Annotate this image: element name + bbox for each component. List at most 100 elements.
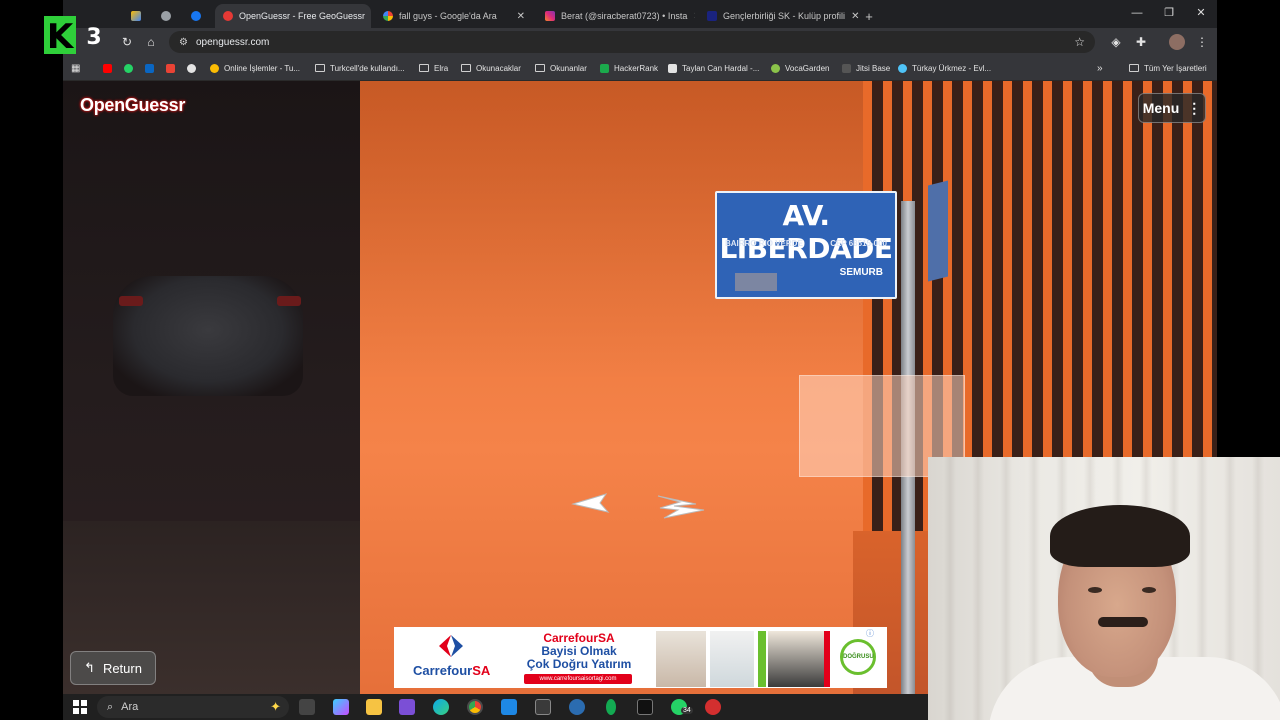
street-sign-agency: SEMURB [839,267,883,278]
close-tab-icon[interactable]: ✕ [687,11,695,22]
tab-title: OpenGuessr - Free GeoGuessr [239,11,366,21]
bookmark-turkay[interactable]: Türkay Ürkmez - Evl... [898,56,991,80]
copilot-icon[interactable] [333,699,349,715]
bookmark-taylan[interactable]: Taylan Can Hardal -... [668,56,759,80]
carrefour-logo-icon [439,635,463,657]
terminal-icon[interactable] [535,699,551,715]
tab-title: Berat (@siracberat0723) • Insta [561,11,688,21]
file-explorer-icon[interactable] [366,699,382,715]
bookmark-jitsi[interactable]: Jitsi Base [842,56,890,80]
streamer-eye [1088,587,1102,593]
search-icon: ⌕ [107,700,114,713]
return-label: Return [102,660,142,676]
parked-car-image [113,276,303,396]
transfermarkt-icon [707,11,717,21]
window-controls: — ❐ ✕ [1121,0,1217,28]
site-info-icon[interactable]: ⚙ [179,37,188,48]
menu-button[interactable]: Menu ⋮ [1138,93,1206,123]
bookmark-folder-all[interactable]: Tüm Yer İşaretleri [1129,56,1207,80]
browser-toolbar: ↻ ⌂ ⚙ openguessr.com ☆ ◈ ✚ ⋮ [63,28,1217,56]
close-tab-icon[interactable]: ✕ [845,11,859,22]
ad-tagline: Çok Doğru Yatırım [526,657,632,671]
tab-apple[interactable] [153,4,179,28]
close-window-icon[interactable]: ✕ [1185,0,1217,28]
close-tab-icon[interactable]: ✕ [511,11,525,22]
bookmark-label: Türkay Ürkmez - Evl... [912,63,992,73]
edge-icon[interactable] [433,699,449,715]
ad-badge: DOĞRUSU [840,639,876,675]
bookmark-online-islemler[interactable]: Online İşlemler - Tu... [210,56,300,80]
ad-subline: Bayisi Olmak [541,644,617,658]
bookmark-linkedin[interactable] [145,56,159,80]
minimize-icon[interactable]: — [1121,0,1153,28]
more-bookmarks-icon[interactable]: » [1097,56,1103,80]
search-placeholder: Ara [121,701,139,713]
windows-start-icon[interactable] [73,700,87,714]
home-icon[interactable]: ⌂ [143,34,159,50]
bookmark-youtube[interactable] [103,56,117,80]
bookmark-github[interactable] [187,56,201,80]
bookmark-site-icon [898,63,907,73]
android-studio-icon[interactable] [569,699,585,715]
bookmark-gmail[interactable] [166,56,180,80]
bookmark-folder-okunacaklar[interactable]: Okunacaklar [461,56,521,80]
tab-instagram[interactable]: Berat (@siracberat0723) • Insta ✕ [537,4,695,28]
task-view-icon[interactable] [299,699,315,715]
new-tab-button[interactable]: + [859,4,879,28]
bookmark-star-icon[interactable]: ☆ [1074,35,1085,49]
vscode-icon[interactable] [501,699,517,715]
tab-genclerbirligi[interactable]: Gençlerbirliği SK - Kulüp profili ✕ [699,4,859,28]
k3-logo-letter: K [47,17,75,54]
street-sign-cep: CEP 68515-000 [830,239,887,248]
reload-icon[interactable]: ↻ [119,34,135,50]
chrome-icon[interactable] [467,699,483,715]
openguessr-logo[interactable]: OpenGuessr [80,95,185,116]
streamer-hair [1050,505,1190,567]
linkedin-icon [145,63,154,73]
mongodb-icon[interactable] [606,699,616,715]
webcam-feed [928,457,1280,720]
tab-openguessr[interactable]: OpenGuessr - Free GeoGuessr ✕ [215,4,371,28]
bookmark-label: Jitsi Base [856,63,891,73]
tab-google-ads[interactable] [123,4,149,28]
google-ads-icon [131,11,141,21]
bookmark-folder-okunanlar[interactable]: Okunanlar [535,56,587,80]
return-arrow-icon: ↰ [84,660,95,675]
taskbar-search[interactable]: ⌕ Ara ✦ [97,696,289,718]
leaf-icon [771,63,780,73]
hackerrank-icon [600,63,609,73]
bookmark-label: Online İşlemler - Tu... [224,63,301,73]
street-sign-name: AV. LIBERDADE [719,199,893,265]
whatsapp-icon [124,63,133,73]
bookmark-label: Okunacaklar [476,63,521,73]
bookmark-vocagarden[interactable]: VocaGarden [771,56,829,80]
menu-label: Menu [1142,100,1180,116]
restore-icon[interactable]: ❐ [1153,0,1185,28]
address-bar[interactable]: ⚙ openguessr.com ☆ [169,31,1095,53]
bookmark-folder-turkcell[interactable]: Turkcell'de kullandı... [315,56,405,80]
tab-google-search[interactable]: fall guys - Google'da Ara ✕ [375,4,533,28]
extension-icon[interactable]: ◈ [1108,34,1124,50]
ad-info-icon[interactable]: ⓘ [866,628,874,639]
folder-icon [535,64,545,72]
globe-icon [210,63,219,73]
visual-studio-icon[interactable] [399,699,415,715]
app-record-icon[interactable] [705,699,721,715]
k3-logo: K 3 [44,16,102,54]
youtube-icon [103,63,112,73]
app-icon[interactable] [637,699,653,715]
bookmark-whatsapp[interactable] [124,56,138,80]
bookmark-hackerrank[interactable]: HackerRank [600,56,658,80]
more-menu-icon[interactable]: ⋮ [1194,34,1210,50]
bookmark-folder-elra[interactable]: Elra [419,56,448,80]
return-button[interactable]: ↰ Return [70,651,156,685]
close-tab-icon[interactable]: ✕ [365,11,371,22]
nav-arrow-left-icon [571,493,610,513]
bookmark-label: Elra [434,63,449,73]
ad-green-stripe [758,631,766,687]
ad-banner[interactable]: CarrefourSA CarrefourSA Bayisi Olmak Çok… [394,627,887,688]
tab-meta[interactable] [183,4,209,28]
apps-grid-icon[interactable]: ▦ [71,56,80,80]
extensions-puzzle-icon[interactable]: ✚ [1133,34,1149,50]
profile-avatar[interactable] [1169,34,1185,50]
